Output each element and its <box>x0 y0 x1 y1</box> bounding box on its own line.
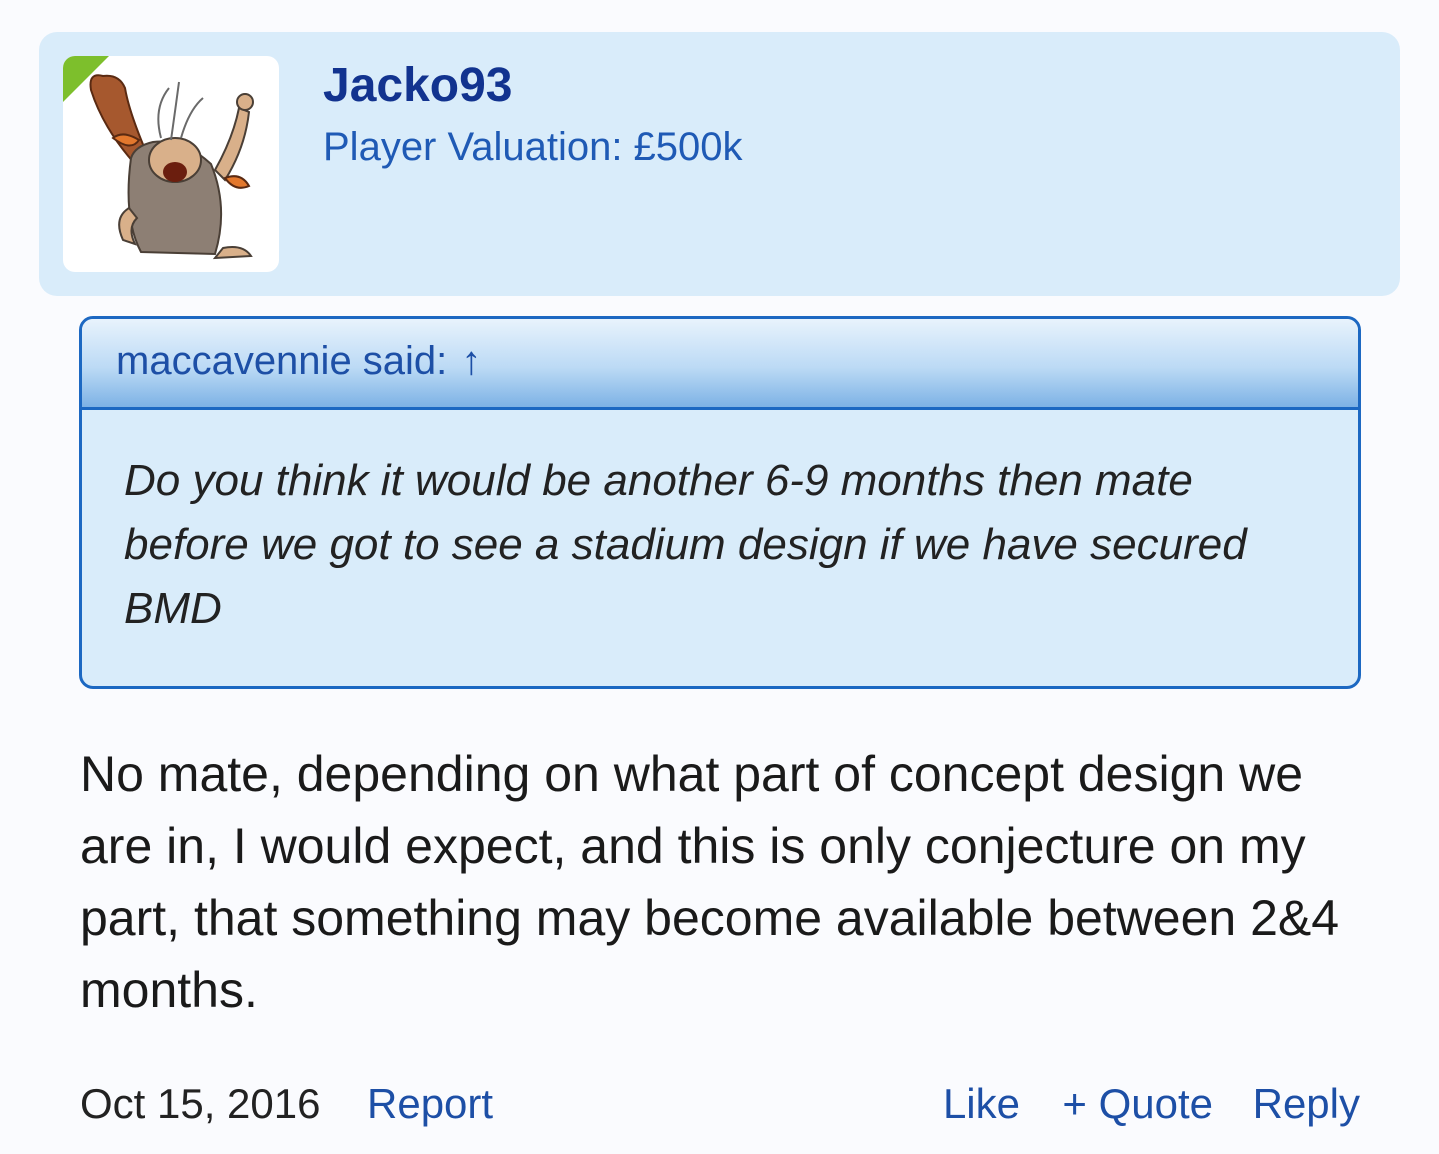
jump-to-quote-icon[interactable]: ↑ <box>461 339 481 383</box>
caveman-avatar-image <box>89 74 254 260</box>
user-title: Player Valuation: £500k <box>323 125 743 169</box>
quote-text: Do you think it would be another 6-9 mon… <box>124 456 1247 633</box>
post-date[interactable]: Oct 15, 2016 <box>80 1080 321 1128</box>
quote-source-link[interactable]: maccavennie said: ↑ <box>116 339 481 384</box>
reply-button[interactable]: Reply <box>1253 1080 1360 1128</box>
post-footer: Oct 15, 2016 Report Like + Quote Reply <box>80 1080 1360 1132</box>
post-message: No mate, depending on what part of conce… <box>80 746 1340 1018</box>
avatar[interactable] <box>63 56 279 272</box>
post-user-header: Jacko93 Player Valuation: £500k <box>39 32 1400 296</box>
quote-author-label: maccavennie said: <box>116 339 448 383</box>
quote-block: maccavennie said: ↑ Do you think it would… <box>79 316 1361 689</box>
like-button[interactable]: Like <box>943 1080 1020 1128</box>
quote-button[interactable]: + Quote <box>1062 1080 1213 1128</box>
quote-header: maccavennie said: ↑ <box>82 319 1358 410</box>
username[interactable]: Jacko93 <box>323 58 513 113</box>
forum-post: Jacko93 Player Valuation: £500k maccaven… <box>0 0 1439 1154</box>
report-link[interactable]: Report <box>367 1080 493 1128</box>
online-status-indicator <box>63 56 109 102</box>
